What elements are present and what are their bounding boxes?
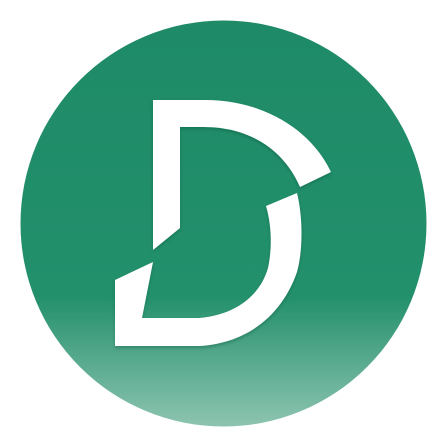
app-icon bbox=[0, 0, 447, 447]
app-icon-svg bbox=[20, 20, 427, 427]
badge-circle bbox=[20, 20, 427, 427]
